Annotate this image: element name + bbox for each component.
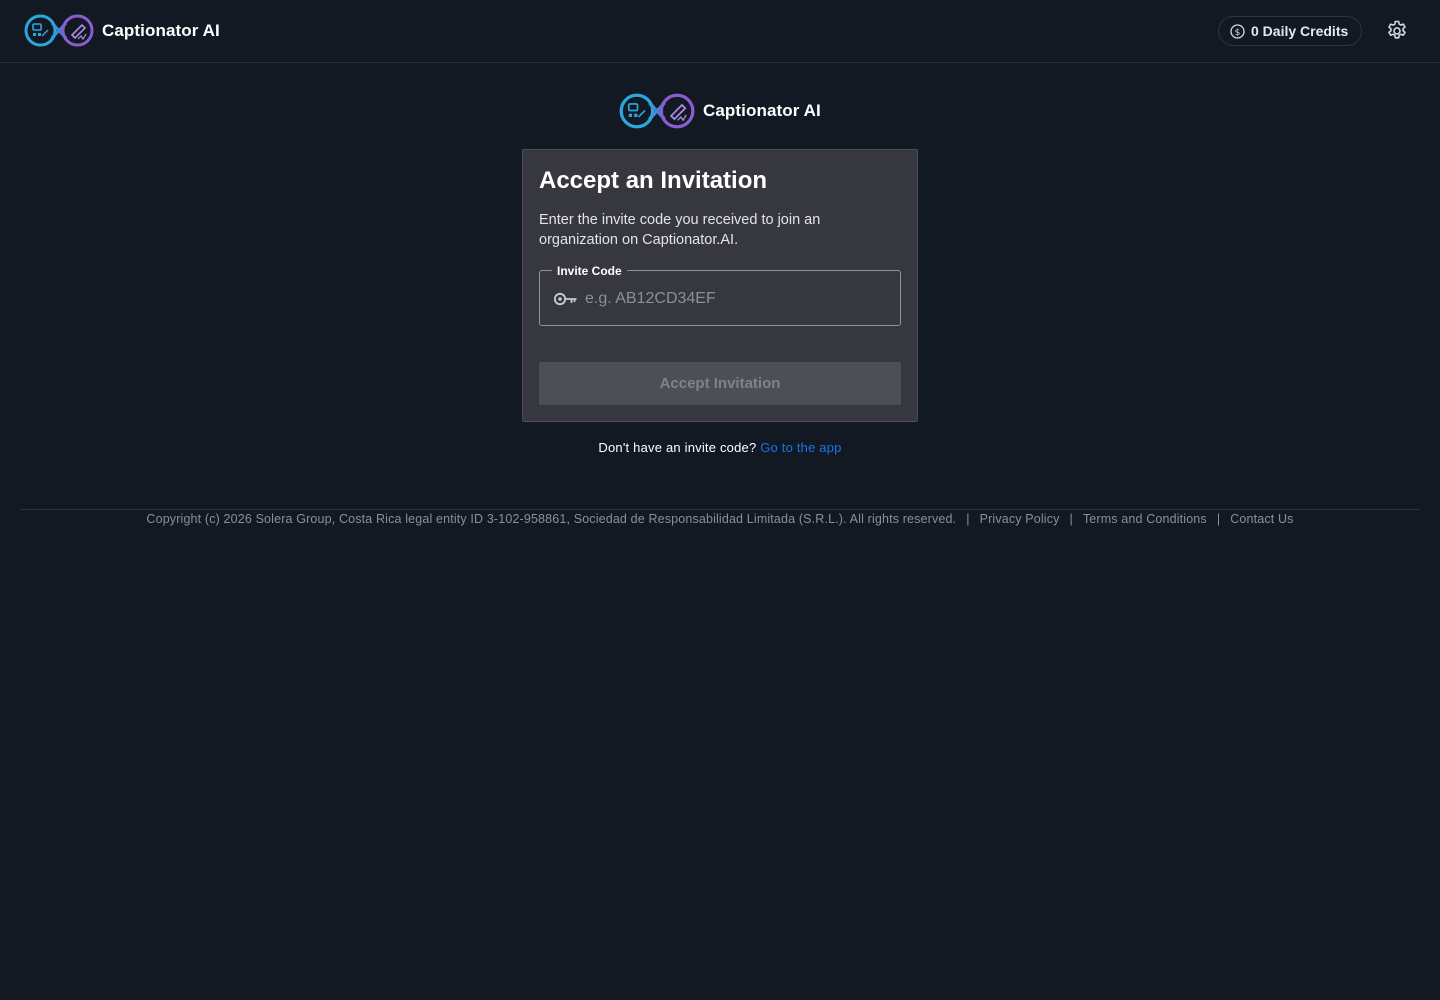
card-description: Enter the invite code you received to jo… (539, 212, 821, 248)
gear-icon (1388, 20, 1406, 39)
accept-invitation-button[interactable]: Accept Invitation (539, 362, 901, 405)
center-brand-name: Captionator AI (703, 101, 821, 120)
daily-credits-label: 0 Daily Credits (1251, 23, 1349, 39)
accept-invitation-card: Accept an Invitation Enter the invite co… (522, 149, 918, 422)
center-brand: Captionator AI (619, 93, 821, 129)
contact-us-link[interactable]: Contact Us (1230, 512, 1293, 526)
header-brand-name: Captionator AI (102, 20, 220, 40)
daily-credits-badge[interactable]: $ 0 Daily Credits (1218, 16, 1362, 46)
footer-copyright: Copyright (c) 2026 Solera Group, Costa R… (146, 512, 957, 526)
infinity-logo-icon (24, 14, 94, 47)
invite-code-label: Invite Code (552, 264, 627, 278)
invite-code-field[interactable]: Invite Code (539, 264, 901, 326)
key-icon (553, 292, 577, 306)
svg-text:$: $ (1235, 28, 1241, 38)
footer: Copyright (c) 2026 Solera Group, Costa R… (0, 512, 1440, 526)
card-title: Accept an Invitation (539, 167, 768, 194)
invite-help-prompt: Don't have an invite code? (598, 440, 757, 455)
footer-separator: | (1069, 512, 1073, 526)
invite-help-text: Don't have an invite code? Go to the app (0, 440, 1440, 455)
privacy-policy-link[interactable]: Privacy Policy (980, 512, 1060, 526)
footer-divider (20, 509, 1420, 510)
footer-separator: | (1216, 512, 1221, 526)
terms-link[interactable]: Terms and Conditions (1083, 512, 1207, 526)
header-brand[interactable]: Captionator AI (24, 14, 220, 47)
infinity-logo-icon (619, 93, 695, 129)
footer-separator: | (966, 512, 970, 526)
go-to-app-link[interactable]: Go to the app (760, 440, 841, 455)
dollar-coin-icon: $ (1230, 23, 1245, 39)
top-bar: Captionator AI $ 0 Daily Credits (0, 0, 1440, 63)
invite-code-input[interactable] (585, 285, 885, 313)
settings-button[interactable] (1385, 19, 1409, 43)
